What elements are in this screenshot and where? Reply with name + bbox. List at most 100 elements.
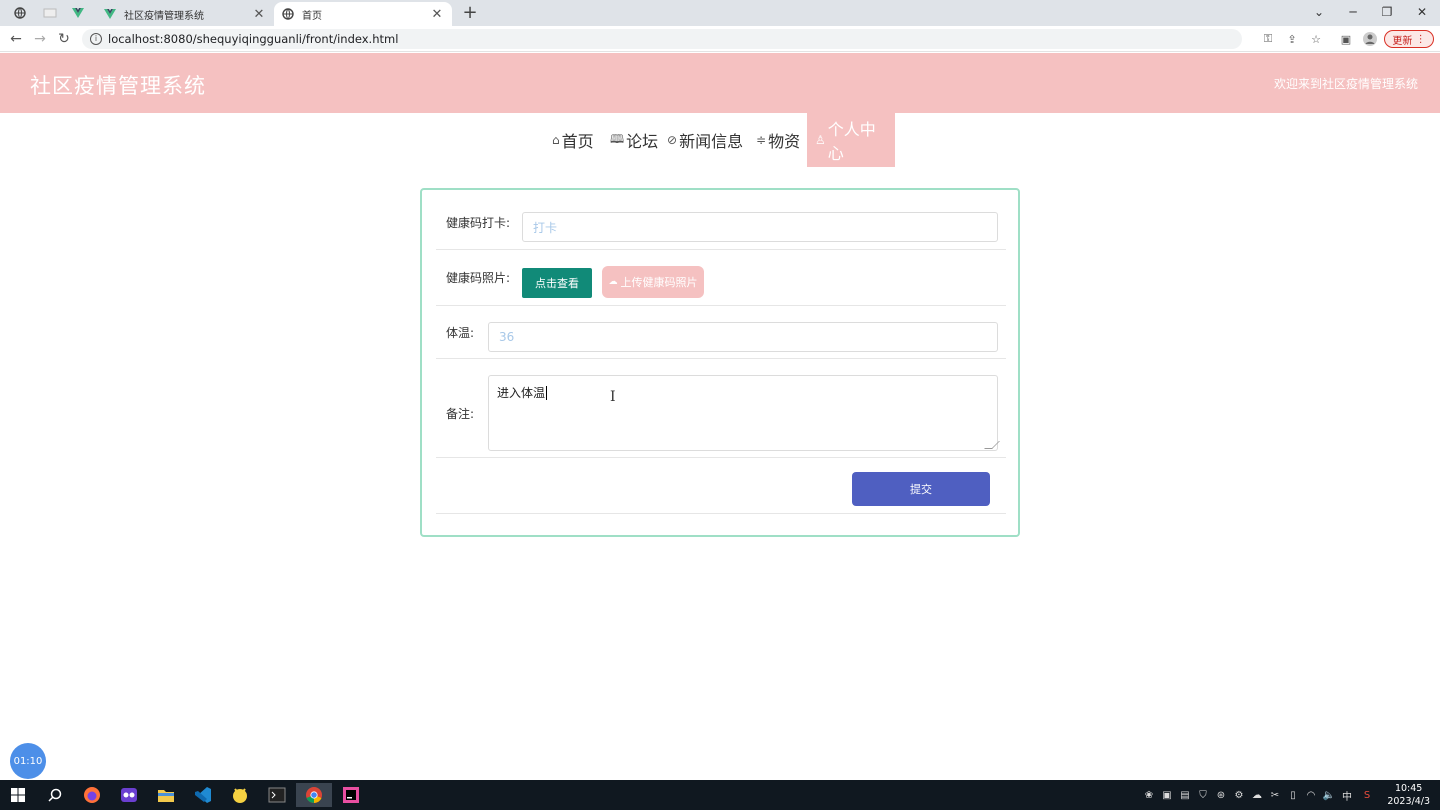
- tray-tool-icon[interactable]: ✂: [1268, 788, 1282, 802]
- temperature-label: 体温:: [446, 326, 475, 340]
- firefox-icon[interactable]: [74, 783, 110, 807]
- close-icon[interactable]: ✕: [430, 7, 444, 22]
- sliders-icon: ≑: [756, 133, 767, 147]
- timer-badge[interactable]: 01:10: [10, 743, 46, 779]
- chrome-icon[interactable]: [296, 783, 332, 807]
- window-close-icon[interactable]: ✕: [1405, 0, 1439, 24]
- restore-icon[interactable]: ❐: [1370, 0, 1404, 24]
- back-icon[interactable]: ←: [6, 30, 26, 48]
- tab-title: 社区疫情管理系统: [124, 10, 204, 22]
- site-title: 社区疫情管理系统: [30, 74, 206, 98]
- new-tab-button[interactable]: +: [460, 3, 480, 23]
- browser-tab-bar: 社区疫情管理系统 ✕ 首页 ✕ + ⌄ ─ ❐ ✕: [0, 0, 1440, 26]
- tray-sogou-icon[interactable]: S: [1360, 788, 1374, 802]
- ime-indicator[interactable]: 中: [1340, 788, 1354, 803]
- volume-icon[interactable]: 🔈: [1322, 788, 1336, 802]
- submit-row: 提交: [436, 458, 1006, 514]
- note-text: 进入体温: [497, 386, 546, 400]
- windows-start-icon[interactable]: [0, 783, 36, 807]
- tray-folder-icon[interactable]: ▤: [1178, 788, 1192, 802]
- cloud-upload-icon: ☁: [608, 277, 618, 287]
- view-photo-button[interactable]: 点击查看: [522, 268, 592, 298]
- health-form-card: 健康码打卡: 打卡 健康码照片: 点击查看 ☁ 上传健康码照片 体温: 36 备注…: [420, 188, 1020, 537]
- tray-settings-icon[interactable]: ⚙: [1232, 788, 1246, 802]
- vue-icon: [72, 8, 84, 18]
- submit-button[interactable]: 提交: [852, 472, 990, 506]
- photo-label: 健康码照片:: [446, 271, 511, 285]
- upload-photo-button[interactable]: ☁ 上传健康码照片: [602, 266, 704, 298]
- sidepanel-icon[interactable]: ▣: [1337, 31, 1355, 47]
- nav-label: 论坛: [626, 132, 659, 151]
- intellij-icon[interactable]: [333, 783, 369, 807]
- address-bar[interactable]: i localhost:8080/shequyiqingguanli/front…: [82, 29, 1242, 49]
- nav-label: 首页: [561, 132, 594, 151]
- search-icon[interactable]: [37, 783, 73, 807]
- tab-search-icon[interactable]: ⌄: [1302, 0, 1336, 24]
- vue-icon: [104, 8, 116, 20]
- file-explorer-icon[interactable]: [148, 783, 184, 807]
- nav-item-forum[interactable]: 🕮 论坛: [610, 113, 658, 167]
- nav-item-profile[interactable]: ♙ 个人中心: [807, 113, 895, 167]
- tab-community-system[interactable]: 社区疫情管理系统 ✕: [96, 2, 274, 26]
- tag-icon: ⊘: [667, 133, 678, 147]
- terminal-icon[interactable]: [259, 783, 295, 807]
- clock-time: 10:45: [1394, 783, 1423, 794]
- system-clock[interactable]: 10:45 2023/4/3: [1387, 782, 1430, 808]
- globe-icon: [14, 7, 26, 19]
- resize-handle[interactable]: [984, 441, 1000, 449]
- note-textarea[interactable]: 进入体温: [488, 375, 1000, 451]
- windows-taskbar: ❀ ▣ ▤ ⛉ ⊛ ⚙ ☁ ✂ ▯ ◠ 🔈 中 S 10:45 2023/4/3: [0, 780, 1440, 810]
- profile-icon[interactable]: [1361, 31, 1379, 47]
- checkin-input[interactable]: 打卡: [522, 212, 998, 242]
- key-icon[interactable]: ⚿: [1259, 31, 1277, 47]
- note-row: 备注: 进入体温: [436, 359, 1006, 458]
- user-icon: ♙: [815, 133, 826, 147]
- nav-item-supplies[interactable]: ≑ 物资: [756, 113, 800, 167]
- tray-usb-icon[interactable]: ▯: [1286, 788, 1300, 802]
- app-purple-icon[interactable]: [111, 783, 147, 807]
- tab-title: 首页: [302, 10, 322, 22]
- pinned-tab-page[interactable]: [36, 3, 64, 23]
- text-caret: [546, 386, 548, 400]
- tray-ide-icon[interactable]: ▣: [1160, 788, 1174, 802]
- info-icon[interactable]: i: [90, 33, 102, 45]
- share-icon[interactable]: ⇪: [1283, 31, 1301, 47]
- tray-wechat-icon[interactable]: ☁: [1250, 788, 1264, 802]
- vscode-icon[interactable]: [185, 783, 221, 807]
- tray-app2-icon[interactable]: ⊛: [1214, 788, 1228, 802]
- reload-icon[interactable]: ↻: [54, 30, 74, 48]
- site-header: 社区疫情管理系统 欢迎来到社区疫情管理系统: [0, 53, 1440, 113]
- temperature-row: 体温: 36: [436, 306, 1006, 359]
- forward-icon[interactable]: →: [30, 30, 50, 48]
- upload-label: 上传健康码照片: [620, 276, 698, 289]
- star-icon[interactable]: ☆: [1307, 31, 1325, 47]
- welcome-text: 欢迎来到社区疫情管理系统: [1273, 77, 1418, 91]
- nav-label: 新闻信息: [679, 132, 744, 151]
- checkin-row: 健康码打卡: 打卡: [436, 190, 1006, 250]
- photo-row: 健康码照片: 点击查看 ☁ 上传健康码照片: [436, 250, 1006, 306]
- forum-icon: 🕮: [610, 131, 625, 146]
- temperature-input[interactable]: 36: [488, 322, 998, 352]
- wifi-icon[interactable]: ◠: [1304, 788, 1318, 802]
- minimize-icon[interactable]: ─: [1336, 0, 1370, 24]
- note-label: 备注:: [446, 407, 475, 421]
- tray-shield-icon[interactable]: ⛉: [1196, 788, 1210, 802]
- nav-item-home[interactable]: ⌂ 首页: [552, 113, 594, 167]
- browser-toolbar: ← → ↻ i localhost:8080/shequyiqingguanli…: [0, 26, 1440, 52]
- app-yellow-icon[interactable]: [222, 783, 258, 807]
- home-icon: ⌂: [552, 133, 560, 147]
- url-text: localhost:8080/shequyiqingguanli/front/i…: [108, 32, 399, 46]
- globe-icon: [282, 8, 294, 20]
- pinned-tab-vue[interactable]: [64, 3, 92, 23]
- update-label: 更新: [1392, 35, 1413, 47]
- nav-label: 物资: [768, 132, 801, 151]
- nav-item-news[interactable]: ⊘ 新闻信息: [667, 113, 743, 167]
- page-icon: [43, 8, 57, 18]
- nav-label: 个人中心: [827, 120, 876, 163]
- pinned-tab-globe[interactable]: [6, 3, 34, 23]
- close-icon[interactable]: ✕: [252, 7, 266, 22]
- tray-app-icon[interactable]: ❀: [1142, 788, 1156, 802]
- tab-home[interactable]: 首页 ✕: [274, 2, 452, 26]
- update-button[interactable]: 更新 ⋮: [1384, 30, 1434, 48]
- clock-date: 2023/4/3: [1387, 796, 1430, 807]
